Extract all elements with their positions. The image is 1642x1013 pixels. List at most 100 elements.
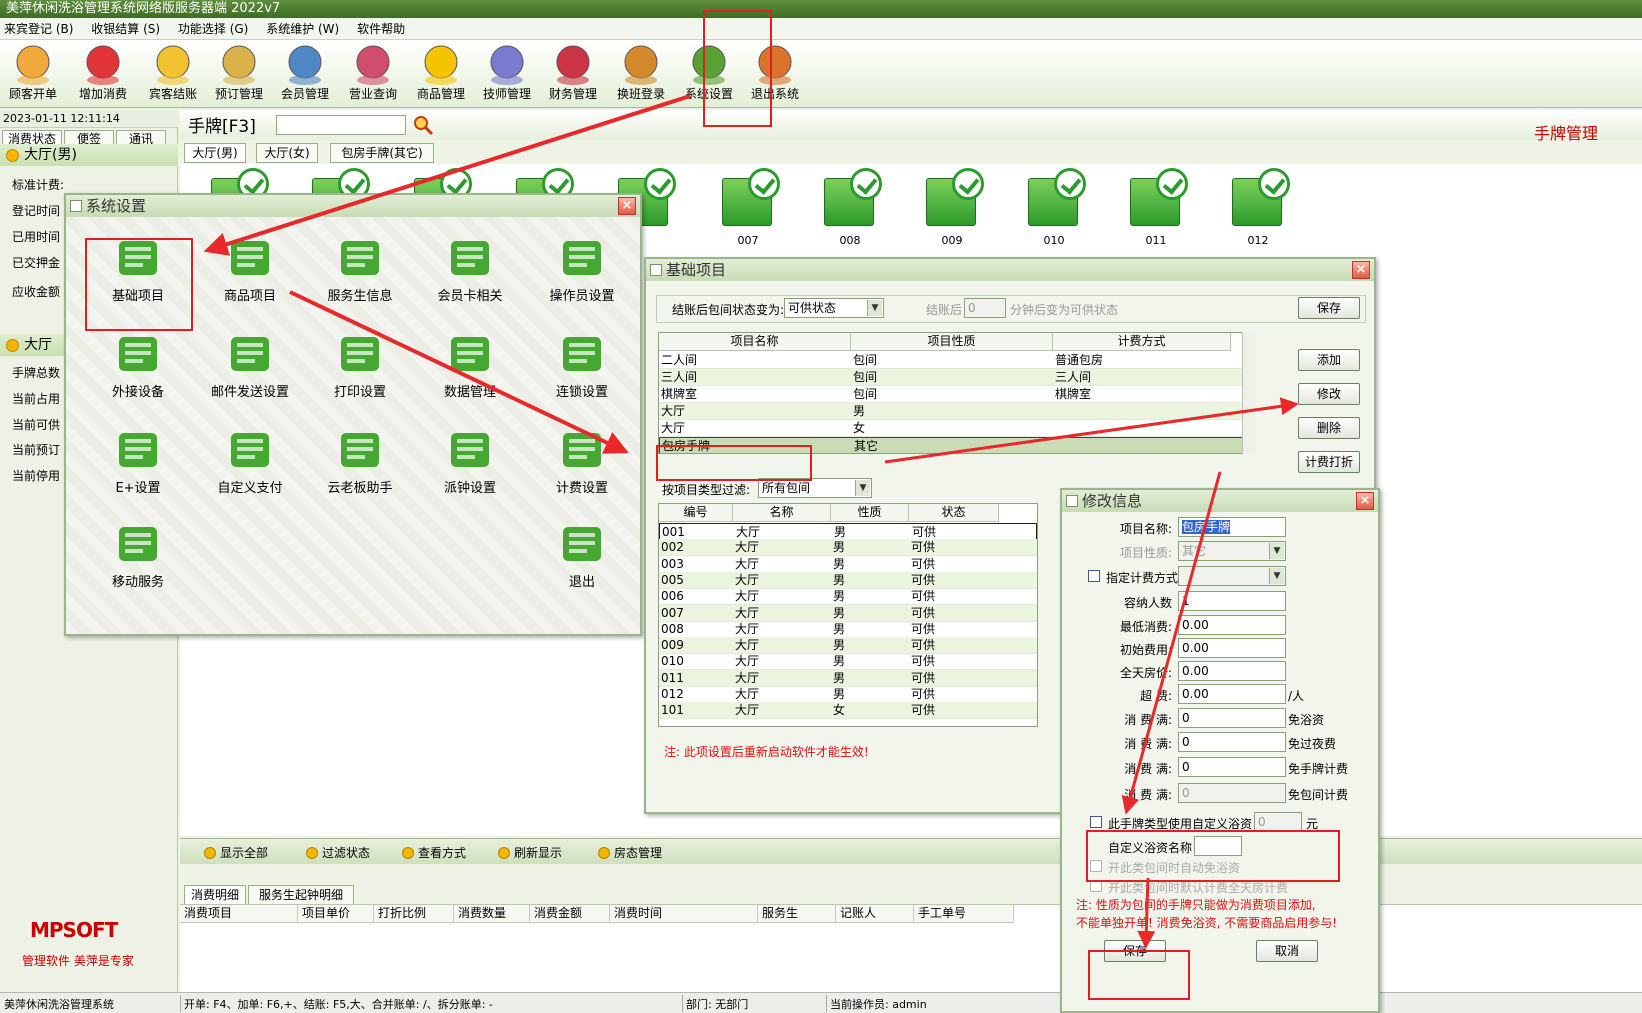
settings-item-1[interactable]: 商品项目 <box>200 235 300 323</box>
tab-hall-male[interactable]: 大厅(男) <box>184 143 246 163</box>
item-column-header[interactable]: 计费方式 <box>1053 333 1231 351</box>
search-icon[interactable] <box>412 114 434 136</box>
menu-cashier[interactable]: 收银结算 (S) <box>91 22 160 36</box>
settings-item-10[interactable]: E+设置 <box>88 427 188 515</box>
billing-method-select[interactable] <box>1178 566 1286 586</box>
settings-item-9[interactable]: 连锁设置 <box>532 331 632 419</box>
search-input[interactable] <box>276 115 406 135</box>
item-list-scrollbar[interactable] <box>1242 332 1256 454</box>
tab-private-room-tags[interactable]: 包房手牌(其它) <box>330 143 434 163</box>
toolbar-button-4[interactable]: 会员管理 <box>272 42 338 106</box>
minutes-input[interactable]: 0 <box>964 298 1006 318</box>
initial-fee-input[interactable]: 0.00 <box>1178 638 1286 658</box>
custom-bath-fee-input[interactable]: 0 <box>1254 812 1302 832</box>
settings-item-12[interactable]: 云老板助手 <box>310 427 410 515</box>
detail-column-header[interactable]: 消费数量 <box>454 905 530 923</box>
menu-functions[interactable]: 功能选择 (G) <box>178 22 248 36</box>
detail-column-header[interactable]: 消费金额 <box>530 905 610 923</box>
close-icon[interactable]: × <box>618 197 636 215</box>
item-column-header[interactable]: 项目名称 <box>659 333 851 351</box>
detail-column-header[interactable]: 项目单价 <box>298 905 374 923</box>
tab-attendant-detail[interactable]: 服务生起钟明细 <box>248 885 354 905</box>
menu-maintenance[interactable]: 系统维护 (W) <box>266 22 339 36</box>
tab-consume-detail[interactable]: 消费明细 <box>184 885 246 905</box>
modify-button[interactable]: 修改 <box>1298 383 1360 405</box>
tag-column-header[interactable]: 性质 <box>831 504 909 522</box>
tag-card[interactable] <box>1228 168 1290 230</box>
view-mode-button[interactable]: 查看方式 <box>402 844 466 861</box>
threshold1-input[interactable]: 0 <box>1178 708 1286 728</box>
min-consume-input[interactable]: 0.00 <box>1178 615 1286 635</box>
toolbar-button-2[interactable]: 宾客结账 <box>140 42 206 106</box>
item-type-select[interactable]: 其它 <box>1178 541 1286 561</box>
table-row[interactable]: 005 大厅 男 可供 <box>659 571 1037 589</box>
detail-column-header[interactable]: 消费时间 <box>610 905 758 923</box>
threshold3-input[interactable]: 0 <box>1178 757 1286 777</box>
settings-item-15[interactable]: 移动服务 <box>88 521 188 609</box>
room-status-button[interactable]: 房态管理 <box>598 844 662 861</box>
detail-column-header[interactable]: 服务生 <box>758 905 836 923</box>
tag-column-header[interactable]: 状态 <box>909 504 999 522</box>
toolbar-button-5[interactable]: 营业查询 <box>340 42 406 106</box>
toolbar-button-0[interactable]: 顾客开单 <box>0 42 66 106</box>
after-checkout-status-select[interactable]: 可供状态 <box>784 298 884 318</box>
tag-card[interactable] <box>922 168 984 230</box>
close-icon[interactable]: × <box>1352 261 1370 279</box>
toolbar-button-6[interactable]: 商品管理 <box>408 42 474 106</box>
toolbar-button-7[interactable]: 技师管理 <box>474 42 540 106</box>
table-row[interactable]: 棋牌室 包间 棋牌室 <box>659 386 1250 403</box>
toolbar-button-8[interactable]: 财务管理 <box>540 42 606 106</box>
table-row[interactable]: 011 大厅 男 可供 <box>659 669 1037 687</box>
settings-item-16[interactable]: 退出 <box>532 521 632 609</box>
overtime-fee-input[interactable]: 0.00 <box>1178 684 1286 704</box>
save-settings-button[interactable]: 保存 <box>1298 297 1360 319</box>
billing-discount-button[interactable]: 计费打折 <box>1298 451 1360 473</box>
item-column-header[interactable]: 项目性质 <box>851 333 1053 351</box>
menu-checkin[interactable]: 来宾登记 (B) <box>4 22 73 36</box>
menu-help[interactable]: 软件帮助 <box>357 22 405 36</box>
settings-item-3[interactable]: 会员卡相关 <box>420 235 520 323</box>
settings-item-5[interactable]: 外接设备 <box>88 331 188 419</box>
filter-type-select[interactable]: 所有包间 <box>758 478 872 498</box>
tag-column-header[interactable]: 编号 <box>659 504 733 522</box>
settings-item-8[interactable]: 数据管理 <box>420 331 520 419</box>
settings-item-4[interactable]: 操作员设置 <box>532 235 632 323</box>
settings-item-7[interactable]: 打印设置 <box>310 331 410 419</box>
threshold4-input[interactable]: 0 <box>1178 783 1286 803</box>
capacity-input[interactable]: 1 <box>1178 591 1286 611</box>
table-row[interactable]: 012 大厅 男 可供 <box>659 686 1037 703</box>
table-row[interactable]: 009 大厅 男 可供 <box>659 637 1037 655</box>
table-row[interactable]: 010 大厅 男 可供 <box>659 653 1037 671</box>
refresh-button[interactable]: 刷新显示 <box>498 844 562 861</box>
tag-card[interactable] <box>820 168 882 230</box>
add-button[interactable]: 添加 <box>1298 349 1360 371</box>
show-all-button[interactable]: 显示全部 <box>204 844 268 861</box>
table-row[interactable]: 003 大厅 男 可供 <box>659 556 1037 573</box>
table-row[interactable]: 三人间 包间 三人间 <box>659 369 1250 386</box>
toolbar-button-9[interactable]: 换班登录 <box>608 42 674 106</box>
table-row[interactable]: 001 大厅 男 可供 <box>659 523 1037 540</box>
delete-button[interactable]: 删除 <box>1298 417 1360 439</box>
threshold2-input[interactable]: 0 <box>1178 732 1286 752</box>
table-row[interactable]: 008 大厅 男 可供 <box>659 621 1037 638</box>
custom-bath-fee-checkbox[interactable] <box>1090 816 1102 828</box>
table-row[interactable]: 006 大厅 男 可供 <box>659 588 1037 606</box>
settings-item-14[interactable]: 计费设置 <box>532 427 632 515</box>
detail-column-header[interactable]: 消费项目 <box>180 905 298 923</box>
tag-column-header[interactable]: 名称 <box>733 504 831 522</box>
table-row[interactable]: 007 大厅 男 可供 <box>659 604 1037 622</box>
detail-column-header[interactable]: 打折比例 <box>374 905 454 923</box>
settings-item-11[interactable]: 自定义支付 <box>200 427 300 515</box>
toolbar-button-3[interactable]: 预订管理 <box>206 42 272 106</box>
detail-column-header[interactable]: 手工单号 <box>914 905 1014 923</box>
toolbar-button-1[interactable]: 增加消费 <box>70 42 136 106</box>
tag-card[interactable] <box>718 168 780 230</box>
detail-column-header[interactable]: 记账人 <box>836 905 914 923</box>
cancel-button[interactable]: 取消 <box>1256 940 1318 962</box>
table-row[interactable]: 大厅 男 <box>659 403 1250 420</box>
tag-card[interactable] <box>1024 168 1086 230</box>
tab-hall-female[interactable]: 大厅(女) <box>256 143 318 163</box>
day-price-input[interactable]: 0.00 <box>1178 661 1286 681</box>
table-row[interactable]: 二人间 包间 普通包房 <box>659 352 1250 369</box>
close-icon[interactable]: × <box>1356 492 1374 510</box>
